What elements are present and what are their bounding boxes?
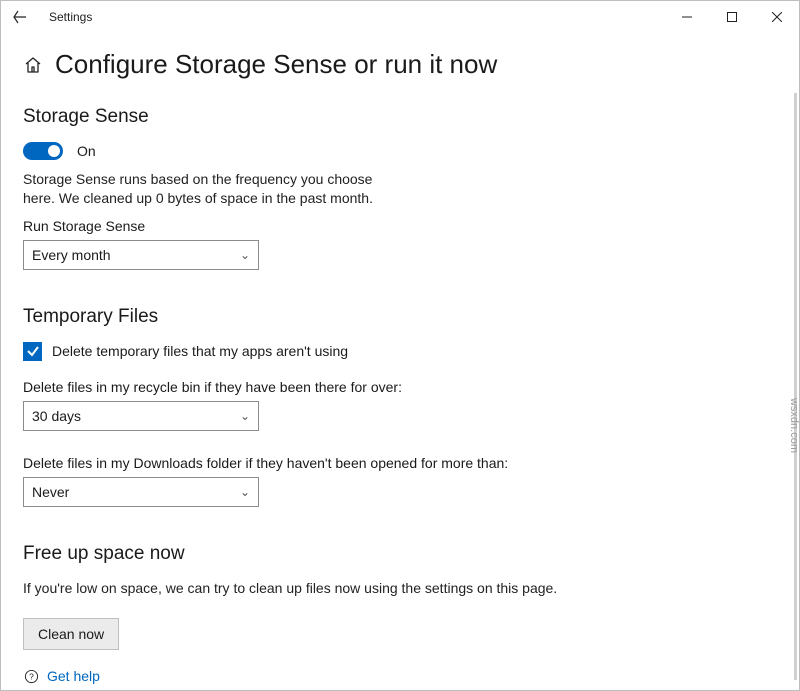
get-help-link[interactable]: ? Get help (23, 668, 100, 684)
title-bar: Settings (1, 1, 799, 33)
recycle-bin-value: 30 days (32, 408, 81, 424)
home-icon[interactable] (23, 55, 43, 75)
close-button[interactable] (754, 2, 799, 32)
storage-sense-toggle-label: On (77, 143, 96, 159)
page-title: Configure Storage Sense or run it now (55, 49, 497, 80)
chevron-down-icon: ⌄ (240, 485, 250, 499)
clean-now-label: Clean now (38, 626, 104, 642)
back-button[interactable] (9, 6, 31, 28)
storage-sense-description: Storage Sense runs based on the frequenc… (23, 170, 403, 208)
recycle-bin-select[interactable]: 30 days ⌄ (23, 401, 259, 431)
section-free-up-heading: Free up space now (23, 543, 777, 565)
recycle-bin-label: Delete files in my recycle bin if they h… (23, 379, 777, 395)
titlebar-left: Settings (9, 6, 92, 28)
free-up-description: If you're low on space, we can try to cl… (23, 579, 583, 598)
svg-text:?: ? (29, 671, 34, 681)
maximize-button[interactable] (709, 2, 754, 32)
storage-sense-toggle[interactable] (23, 142, 63, 160)
help-icon: ? (23, 668, 39, 684)
page-header: Configure Storage Sense or run it now (23, 49, 777, 80)
minimize-button[interactable] (664, 2, 709, 32)
downloads-label: Delete files in my Downloads folder if t… (23, 455, 777, 471)
storage-sense-toggle-row: On (23, 142, 777, 160)
chevron-down-icon: ⌄ (240, 248, 250, 262)
downloads-select[interactable]: Never ⌄ (23, 477, 259, 507)
run-storage-sense-value: Every month (32, 247, 111, 263)
settings-window: Settings Configure Storage Sense or run … (0, 0, 800, 691)
get-help-label: Get help (47, 668, 100, 684)
watermark: wsxdn.com (788, 398, 799, 453)
section-storage-sense-heading: Storage Sense (23, 106, 777, 128)
run-storage-sense-label: Run Storage Sense (23, 218, 777, 234)
window-controls (664, 2, 799, 32)
delete-temp-files-checkbox-row[interactable]: Delete temporary files that my apps aren… (23, 342, 777, 361)
chevron-down-icon: ⌄ (240, 409, 250, 423)
run-storage-sense-select[interactable]: Every month ⌄ (23, 240, 259, 270)
delete-temp-files-checkbox[interactable] (23, 342, 42, 361)
window-title: Settings (49, 10, 92, 24)
downloads-value: Never (32, 484, 69, 500)
scrollbar[interactable] (794, 93, 797, 680)
content-area: Configure Storage Sense or run it now St… (1, 33, 799, 690)
delete-temp-files-label: Delete temporary files that my apps aren… (52, 343, 348, 359)
clean-now-button[interactable]: Clean now (23, 618, 119, 650)
section-temp-files-heading: Temporary Files (23, 306, 777, 328)
